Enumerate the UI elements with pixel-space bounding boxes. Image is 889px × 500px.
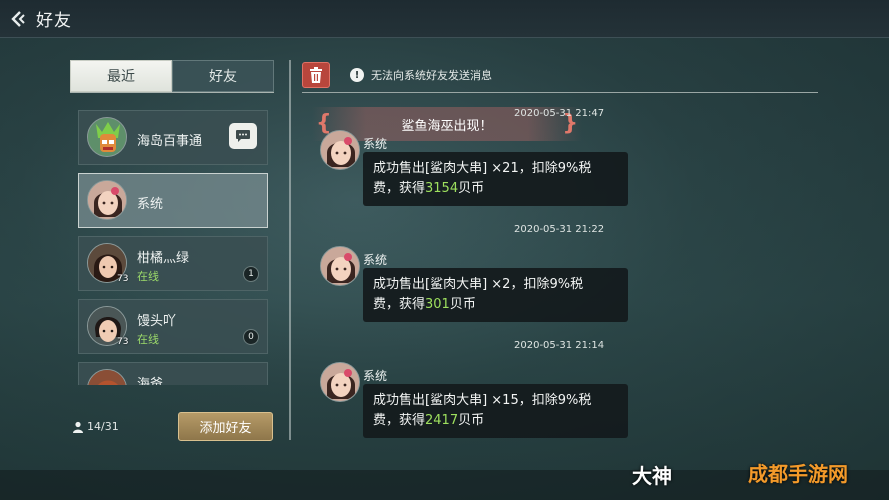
avatar — [320, 362, 360, 402]
coin-amount: 301 — [425, 297, 450, 312]
person-icon — [73, 421, 83, 433]
notice-text: 无法向系统好友发送消息 — [371, 69, 492, 82]
message-timestamp: 2020-05-31 21:22 — [514, 224, 605, 235]
warning-icon: ! — [350, 68, 364, 82]
message-sender: 系统 — [363, 369, 388, 383]
message-line: 成功售出[鲨肉大串] ×2，扣除9%税 — [373, 277, 584, 292]
notice: ! 无法向系统好友发送消息 — [350, 67, 492, 83]
friend-level: 73 — [117, 337, 129, 347]
message-line: 费，获得3154贝币 — [373, 181, 485, 196]
unread-badge: 0 — [243, 329, 259, 345]
friend-name: 系统 — [137, 197, 164, 212]
friends-panel: 最近 好友 海岛百事通 系统 73 柑橘灬绿 在线 1 73 馒头吖 在线 0 … — [70, 60, 275, 385]
trash-icon — [310, 67, 322, 83]
unread-badge: 1 — [243, 266, 259, 282]
friend-item[interactable]: 73 柑橘灬绿 在线 1 — [78, 236, 268, 291]
chat-area[interactable]: { 鲨鱼海巫出现！ } 2020-05-31 21:47 系统 成功售出[鲨肉大… — [302, 100, 818, 445]
add-friend-button[interactable]: 添加好友 — [178, 412, 273, 441]
message-line: 成功售出[鲨肉大串] ×15，扣除9%税 — [373, 393, 592, 408]
friend-count: 14/31 — [72, 420, 119, 433]
friend-item[interactable]: 73 馒头吖 在线 0 — [78, 299, 268, 354]
coin-amount: 2417 — [425, 413, 459, 428]
chat-bubble-icon — [236, 130, 250, 142]
message-sender: 系统 — [363, 253, 388, 267]
banner-text: 鲨鱼海巫出现！ — [401, 118, 493, 134]
chat-header-line — [302, 92, 818, 93]
avatar — [87, 180, 127, 220]
tab-friends[interactable]: 好友 — [172, 60, 274, 92]
friend-name: 海爸 — [137, 377, 164, 385]
coin-amount: 3154 — [425, 181, 459, 196]
friend-item[interactable]: 海爸 — [78, 362, 268, 385]
message-line: 成功售出[鲨肉大串] ×21，扣除9%税 — [373, 161, 592, 176]
message-bubble: 成功售出[鲨肉大串] ×15，扣除9%税 费，获得2417贝币 — [363, 384, 628, 438]
message-line: 费，获得2417贝币 — [373, 413, 485, 428]
message-bubble: 成功售出[鲨肉大串] ×21，扣除9%税 费，获得3154贝币 — [363, 152, 628, 206]
page-title: 好友 — [36, 11, 72, 31]
message-bubble: 成功售出[鲨肉大串] ×2，扣除9%税 费，获得301贝币 — [363, 268, 628, 322]
avatar — [320, 130, 360, 170]
friend-item[interactable]: 海岛百事通 — [78, 110, 268, 165]
online-status: 在线 — [137, 333, 159, 346]
friend-name: 柑橘灬绿 — [137, 251, 190, 266]
avatar — [320, 246, 360, 286]
friend-count-value: 14/31 — [87, 420, 119, 433]
panel-divider — [289, 60, 291, 440]
friend-name: 海岛百事通 — [137, 134, 203, 149]
message-sender: 系统 — [363, 137, 388, 151]
friend-tabs: 最近 好友 — [70, 60, 274, 92]
tab-recent[interactable]: 最近 — [70, 60, 172, 92]
delete-button[interactable] — [302, 62, 330, 88]
back-button[interactable] — [0, 0, 36, 38]
back-arrow-icon — [11, 10, 25, 27]
tab-underline — [70, 92, 274, 93]
avatar — [87, 117, 127, 157]
friend-list[interactable]: 海岛百事通 系统 73 柑橘灬绿 在线 1 73 馒头吖 在线 0 海爸 — [78, 110, 268, 385]
top-bar: 好友 — [0, 0, 889, 38]
friend-name: 馒头吖 — [137, 314, 177, 329]
chat-header: ! 无法向系统好友发送消息 — [302, 60, 818, 93]
message-line: 费，获得301贝币 — [373, 297, 476, 312]
friend-item-selected[interactable]: 系统 — [78, 173, 268, 228]
chat-bubble-button[interactable] — [229, 123, 257, 149]
watermark-site: 成都手游网 — [748, 462, 848, 486]
avatar — [87, 369, 127, 385]
message-timestamp: 2020-05-31 21:14 — [514, 340, 605, 351]
online-status: 在线 — [137, 270, 159, 283]
watermark-logo: 大神 — [632, 464, 672, 488]
friend-level: 73 — [117, 274, 129, 284]
message-timestamp: 2020-05-31 21:47 — [514, 108, 605, 119]
